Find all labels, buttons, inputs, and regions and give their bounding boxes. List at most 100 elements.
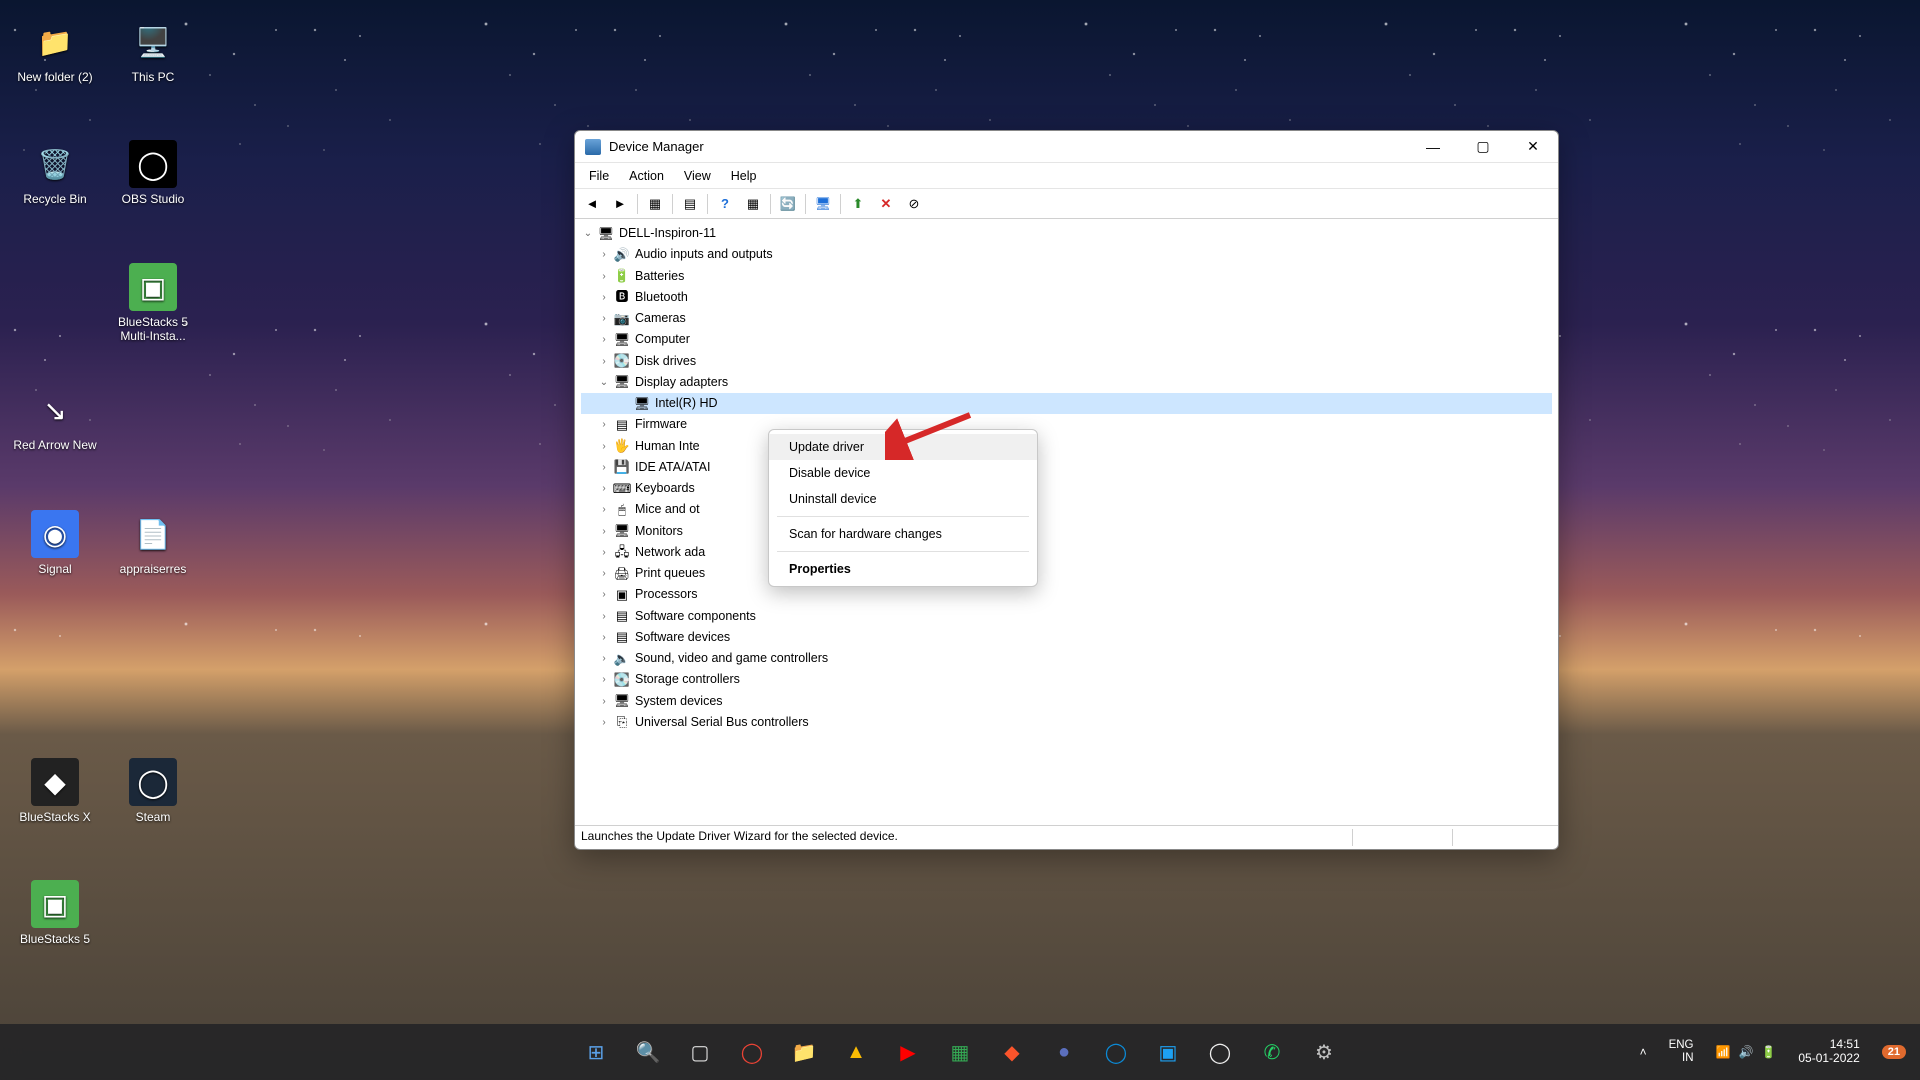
titlebar[interactable]: Device Manager — ▢ ✕ [575, 131, 1558, 163]
forward-button[interactable]: ► [607, 192, 633, 216]
desktop-icon-redarrow[interactable]: ↘Red Arrow New [10, 386, 100, 452]
maximize-button[interactable]: ▢ [1458, 131, 1508, 163]
chevron-icon[interactable]: › [597, 544, 611, 561]
chevron-icon[interactable]: › [597, 289, 611, 306]
desktop-icon-bluestacks5[interactable]: ▣BlueStacks 5 [10, 880, 100, 946]
desktop-icon-signal[interactable]: ◉Signal [10, 510, 100, 576]
taskbar-search[interactable]: 🔍 [625, 1029, 671, 1075]
ctx-disable-device[interactable]: Disable device [769, 460, 1037, 486]
menu-file[interactable]: File [579, 167, 619, 185]
chevron-icon[interactable]: › [597, 501, 611, 518]
taskbar-sheets[interactable]: ▦ [937, 1029, 983, 1075]
chevron-icon[interactable]: ⌄ [597, 374, 611, 391]
taskbar-bit[interactable]: ● [1041, 1029, 1087, 1075]
tree-category[interactable]: ›▤Software components [581, 606, 1552, 627]
ctx-uninstall-device[interactable]: Uninstall device [769, 486, 1037, 512]
taskbar-edge[interactable]: ◯ [1093, 1029, 1139, 1075]
chevron-icon[interactable]: › [597, 416, 611, 433]
tree-device[interactable]: 🖥Intel(R) HD [581, 393, 1552, 414]
desktop-icon-folder-newfolder2[interactable]: 📁New folder (2) [10, 18, 100, 84]
taskbar-chrome[interactable]: ◯ [729, 1029, 775, 1075]
taskbar-youtube[interactable]: ▶ [885, 1029, 931, 1075]
chevron-icon[interactable]: › [597, 650, 611, 667]
menu-view[interactable]: View [674, 167, 721, 185]
taskbar-twitter[interactable]: ▣ [1145, 1029, 1191, 1075]
tree-category[interactable]: ›▣Processors [581, 584, 1552, 605]
chevron-icon[interactable]: › [597, 459, 611, 476]
chevron-icon[interactable]: › [597, 246, 611, 263]
tree-category[interactable]: ›🖧Network ada [581, 542, 1552, 563]
taskbar-start[interactable]: ⊞ [573, 1029, 619, 1075]
chevron-icon[interactable]: › [597, 565, 611, 582]
tree-category[interactable]: ›🖨Print queues [581, 563, 1552, 584]
desktop-icon-appraiserres[interactable]: 📄appraiserres [108, 510, 198, 576]
desktop-icon-bluestacks-multi[interactable]: ▣BlueStacks 5 Multi-Insta... [108, 263, 198, 344]
desktop-icon-steam[interactable]: ◯Steam [108, 758, 198, 824]
view-button[interactable]: ▦ [740, 192, 766, 216]
tree-category[interactable]: ›▤Firmware [581, 414, 1552, 435]
tree-category[interactable]: ›🔋Batteries [581, 266, 1552, 287]
show-hidden-button[interactable]: ▦ [642, 192, 668, 216]
chevron-icon[interactable]: › [597, 671, 611, 688]
tray-overflow[interactable]: ˄ [1634, 1041, 1653, 1063]
tree-category[interactable]: ›⎘Universal Serial Bus controllers [581, 712, 1552, 733]
ctx-scan-for-hardware-changes[interactable]: Scan for hardware changes [769, 521, 1037, 547]
tree-category[interactable]: ›💾IDE ATA/ATAI [581, 457, 1552, 478]
chevron-icon[interactable]: › [597, 310, 611, 327]
disable-button[interactable]: ⊘ [901, 192, 927, 216]
tree-category[interactable]: ›▤Software devices [581, 627, 1552, 648]
ctx-update-driver[interactable]: Update driver [769, 434, 1037, 460]
device-tree[interactable]: ⌄🖥DELL-Inspiron-11›🔊Audio inputs and out… [575, 219, 1558, 825]
chevron-icon[interactable]: › [597, 608, 611, 625]
taskbar-taskview[interactable]: ▢ [677, 1029, 723, 1075]
taskbar-explorer[interactable]: 📁 [781, 1029, 827, 1075]
tree-category[interactable]: ›🖥System devices [581, 691, 1552, 712]
taskbar-drive[interactable]: ▲ [833, 1029, 879, 1075]
tree-category[interactable]: ›💽Storage controllers [581, 669, 1552, 690]
tree-category[interactable]: ›📷Cameras [581, 308, 1552, 329]
chevron-icon[interactable]: › [597, 586, 611, 603]
desktop-icon-obs[interactable]: ◯OBS Studio [108, 140, 198, 206]
minimize-button[interactable]: — [1408, 131, 1458, 163]
tree-category[interactable]: ›🖐Human Inte [581, 436, 1552, 457]
tree-category[interactable]: ›💽Disk drives [581, 351, 1552, 372]
tree-category[interactable]: ›🖥Monitors [581, 521, 1552, 542]
taskbar-signal[interactable]: ◯ [1197, 1029, 1243, 1075]
desktop-icon-recyclebin[interactable]: 🗑️Recycle Bin [10, 140, 100, 206]
tree-category[interactable]: ⌄🖥Display adapters [581, 372, 1552, 393]
tree-root[interactable]: DELL-Inspiron-11 [619, 223, 716, 244]
tree-category[interactable]: ›🔈Sound, video and game controllers [581, 648, 1552, 669]
tree-category[interactable]: ›🖱Mice and ot [581, 499, 1552, 520]
tree-category[interactable]: ›🔊Audio inputs and outputs [581, 244, 1552, 265]
taskbar-brave[interactable]: ◆ [989, 1029, 1035, 1075]
chevron-icon[interactable]: › [597, 523, 611, 540]
taskbar[interactable]: ⊞🔍▢◯📁▲▶▦◆●◯▣◯✆⚙ ˄ ENG IN 📶 🔊 🔋 14:51 05-… [0, 1024, 1920, 1080]
tree-category[interactable]: ›🅱Bluetooth [581, 287, 1552, 308]
chevron-icon[interactable]: › [597, 693, 611, 710]
notification-center[interactable]: 21 [1876, 1041, 1912, 1063]
chevron-icon[interactable]: › [597, 268, 611, 285]
tree-category[interactable]: ›⌨Keyboards [581, 478, 1552, 499]
back-button[interactable]: ◄ [579, 192, 605, 216]
close-button[interactable]: ✕ [1508, 131, 1558, 163]
ctx-properties[interactable]: Properties [769, 556, 1037, 582]
chevron-icon[interactable]: › [597, 438, 611, 455]
properties-button[interactable]: ▤ [677, 192, 703, 216]
taskbar-whatsapp[interactable]: ✆ [1249, 1029, 1295, 1075]
uninstall-button[interactable]: ✕ [873, 192, 899, 216]
language-switch[interactable]: ENG IN [1663, 1035, 1700, 1069]
chevron-icon[interactable]: › [597, 480, 611, 497]
menu-help[interactable]: Help [721, 167, 767, 185]
tree-category[interactable]: ›🖥Computer [581, 329, 1552, 350]
menu-action[interactable]: Action [619, 167, 674, 185]
chevron-icon[interactable]: › [597, 629, 611, 646]
chevron-icon[interactable]: › [597, 331, 611, 348]
chevron-icon[interactable]: › [597, 714, 611, 731]
clock[interactable]: 14:51 05-01-2022 [1792, 1034, 1865, 1070]
enable-button[interactable]: ⬆ [845, 192, 871, 216]
scan-hardware-button[interactable]: 🖥 [810, 192, 836, 216]
help-button[interactable]: ? [712, 192, 738, 216]
chevron-icon[interactable]: ⌄ [581, 225, 595, 242]
chevron-icon[interactable]: › [597, 353, 611, 370]
update-driver-button[interactable]: 🔄 [775, 192, 801, 216]
